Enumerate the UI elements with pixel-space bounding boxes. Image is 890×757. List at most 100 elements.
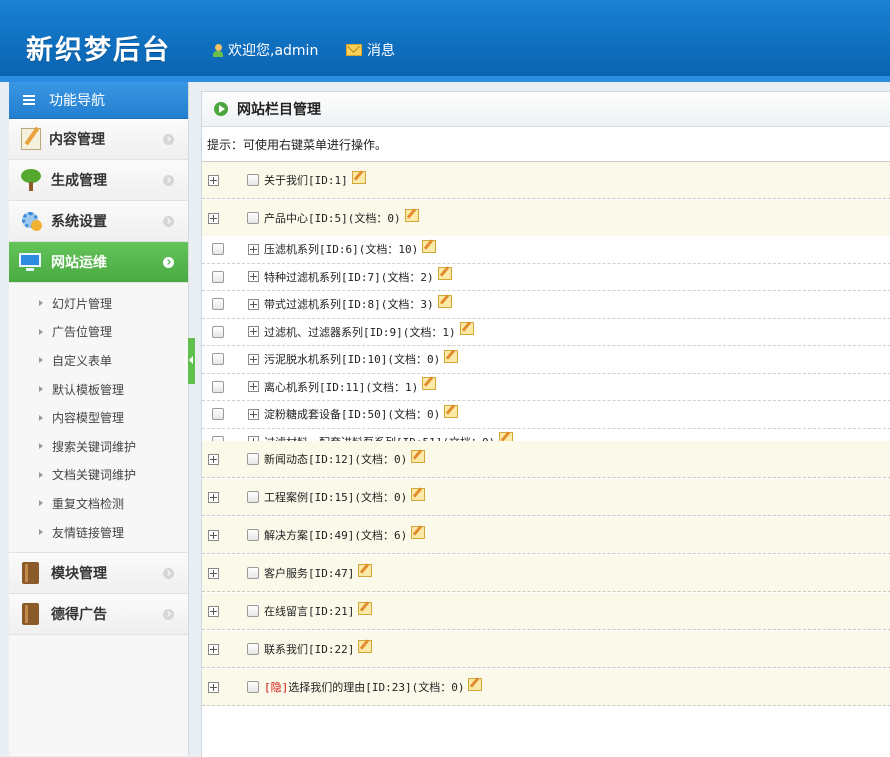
- expand-icon[interactable]: [208, 174, 219, 186]
- edit-icon[interactable]: [411, 487, 426, 501]
- row-checkbox[interactable]: [212, 298, 224, 311]
- edit-icon[interactable]: [358, 601, 373, 615]
- menu-item-settings[interactable]: 系统设置: [9, 201, 188, 242]
- category-name[interactable]: 产品中心[ID:5](文档：0): [264, 210, 401, 226]
- submenu-item[interactable]: 文档关键词维护: [9, 461, 188, 490]
- menu-item-content[interactable]: 内容管理: [9, 119, 188, 160]
- row-checkbox[interactable]: [247, 453, 259, 465]
- expand-icon[interactable]: [248, 408, 259, 420]
- mail-icon: [346, 44, 362, 56]
- row-checkbox[interactable]: [212, 270, 224, 283]
- sidebar-collapse-toggle[interactable]: [188, 338, 195, 384]
- submenu-item[interactable]: 默认模板管理: [9, 375, 188, 404]
- submenu-item[interactable]: 重复文档检测: [9, 489, 188, 518]
- category-row[interactable]: 工程案例[ID:15](文档：0): [202, 479, 890, 516]
- menu-item-modules[interactable]: 模块管理: [9, 552, 188, 595]
- expand-icon[interactable]: [248, 353, 259, 365]
- edit-icon[interactable]: [422, 377, 437, 391]
- row-checkbox[interactable]: [247, 529, 259, 541]
- submenu-item[interactable]: 搜索关键词维护: [9, 432, 188, 461]
- subcategory-row[interactable]: 带式过滤机系列[ID:8](文档：3): [202, 291, 890, 319]
- category-row[interactable]: 客户服务[ID:47]: [202, 555, 890, 592]
- category-row[interactable]: 关于我们[ID:1]: [202, 162, 890, 199]
- category-row[interactable]: 联系我们[ID:22]: [202, 631, 890, 668]
- category-row[interactable]: 在线留言[ID:21]: [202, 593, 890, 630]
- row-checkbox[interactable]: [212, 325, 224, 338]
- edit-icon[interactable]: [444, 404, 459, 418]
- category-name[interactable]: 关于我们[ID:1]: [264, 172, 348, 188]
- submenu-item[interactable]: 自定义表单: [9, 346, 188, 375]
- expand-icon[interactable]: [208, 212, 219, 224]
- expand-icon[interactable]: [208, 681, 219, 693]
- expand-icon[interactable]: [248, 381, 259, 393]
- menu-item-ads[interactable]: 德得广告: [9, 594, 188, 636]
- expand-icon[interactable]: [248, 298, 259, 310]
- subcategory-row[interactable]: 过滤机、过滤器系列[ID:9](文档：1): [202, 318, 890, 346]
- category-row[interactable]: [隐]选择我们的理由[ID:23](文档：0): [202, 669, 890, 706]
- edit-icon[interactable]: [444, 349, 459, 363]
- row-checkbox[interactable]: [212, 243, 224, 256]
- category-row[interactable]: 产品中心[ID:5](文档：0): [202, 200, 890, 237]
- menu-item-operations[interactable]: 网站运维: [9, 242, 188, 283]
- expand-icon[interactable]: [208, 453, 219, 465]
- expand-icon[interactable]: [208, 605, 219, 617]
- row-checkbox[interactable]: [247, 174, 259, 186]
- category-name[interactable]: 特种过滤机系列[ID:7](文档：2): [264, 269, 434, 285]
- category-name[interactable]: 污泥脱水机系列[ID:10](文档：0): [264, 351, 440, 367]
- edit-icon[interactable]: [404, 208, 419, 222]
- expand-icon[interactable]: [208, 643, 219, 655]
- category-name[interactable]: [隐]选择我们的理由[ID:23](文档：0): [264, 679, 464, 695]
- subcategory-row[interactable]: 淀粉糖成套设备[ID:50](文档：0): [202, 401, 890, 429]
- subcategory-row[interactable]: 压滤机系列[ID:6](文档：10): [202, 236, 890, 264]
- row-checkbox[interactable]: [247, 605, 259, 617]
- row-checkbox[interactable]: [247, 212, 259, 224]
- edit-icon[interactable]: [422, 239, 437, 253]
- category-name[interactable]: 工程案例[ID:15](文档：0): [264, 489, 407, 505]
- row-checkbox[interactable]: [212, 380, 224, 393]
- edit-icon[interactable]: [411, 525, 426, 539]
- row-checkbox[interactable]: [212, 408, 224, 421]
- edit-icon[interactable]: [437, 294, 452, 308]
- subcategory-row[interactable]: 污泥脱水机系列[ID:10](文档：0): [202, 346, 890, 374]
- expand-icon[interactable]: [248, 271, 259, 283]
- menu-item-generate[interactable]: 生成管理: [9, 160, 188, 201]
- submenu-item[interactable]: 友情链接管理: [9, 518, 188, 547]
- welcome-user[interactable]: 欢迎您,admin: [213, 40, 318, 60]
- category-name[interactable]: 新闻动态[ID:12](文档：0): [264, 451, 407, 467]
- row-checkbox[interactable]: [247, 567, 259, 579]
- edit-icon[interactable]: [358, 563, 373, 577]
- category-name[interactable]: 客户服务[ID:47]: [264, 565, 354, 581]
- submenu-item[interactable]: 内容模型管理: [9, 403, 188, 432]
- row-checkbox[interactable]: [247, 681, 259, 693]
- edit-icon[interactable]: [411, 449, 426, 463]
- expand-icon[interactable]: [248, 326, 259, 338]
- edit-icon[interactable]: [358, 639, 373, 653]
- submenu-item[interactable]: 幻灯片管理: [9, 289, 188, 318]
- edit-icon[interactable]: [468, 677, 483, 691]
- edit-icon[interactable]: [459, 322, 474, 336]
- category-name[interactable]: 离心机系列[ID:11](文档：1): [264, 379, 418, 395]
- category-row[interactable]: 解决方案[ID:49](文档：6): [202, 517, 890, 554]
- row-checkbox[interactable]: [247, 491, 259, 503]
- messages-link[interactable]: 消息: [346, 40, 395, 60]
- expand-icon[interactable]: [208, 529, 219, 541]
- category-row[interactable]: 新闻动态[ID:12](文档：0): [202, 441, 890, 478]
- category-name[interactable]: 压滤机系列[ID:6](文档：10): [264, 241, 418, 257]
- edit-icon[interactable]: [351, 170, 366, 184]
- row-checkbox[interactable]: [212, 353, 224, 366]
- category-name[interactable]: 过滤机、过滤器系列[ID:9](文档：1): [264, 324, 456, 340]
- expand-icon[interactable]: [208, 567, 219, 579]
- category-name[interactable]: 在线留言[ID:21]: [264, 603, 354, 619]
- expand-icon[interactable]: [208, 491, 219, 503]
- category-name[interactable]: 带式过滤机系列[ID:8](文档：3): [264, 296, 434, 312]
- subcategory-row[interactable]: 离心机系列[ID:11](文档：1): [202, 373, 890, 401]
- subcategory-row[interactable]: 特种过滤机系列[ID:7](文档：2): [202, 263, 890, 291]
- category-name[interactable]: 淀粉糖成套设备[ID:50](文档：0): [264, 406, 440, 422]
- expand-icon[interactable]: [248, 243, 259, 255]
- submenu-item[interactable]: 广告位管理: [9, 318, 188, 347]
- edit-icon[interactable]: [437, 267, 452, 281]
- category-name[interactable]: 联系我们[ID:22]: [264, 641, 354, 657]
- category-label: 关于我们[ID:1]: [264, 174, 348, 187]
- row-checkbox[interactable]: [247, 643, 259, 655]
- category-name[interactable]: 解决方案[ID:49](文档：6): [264, 527, 407, 543]
